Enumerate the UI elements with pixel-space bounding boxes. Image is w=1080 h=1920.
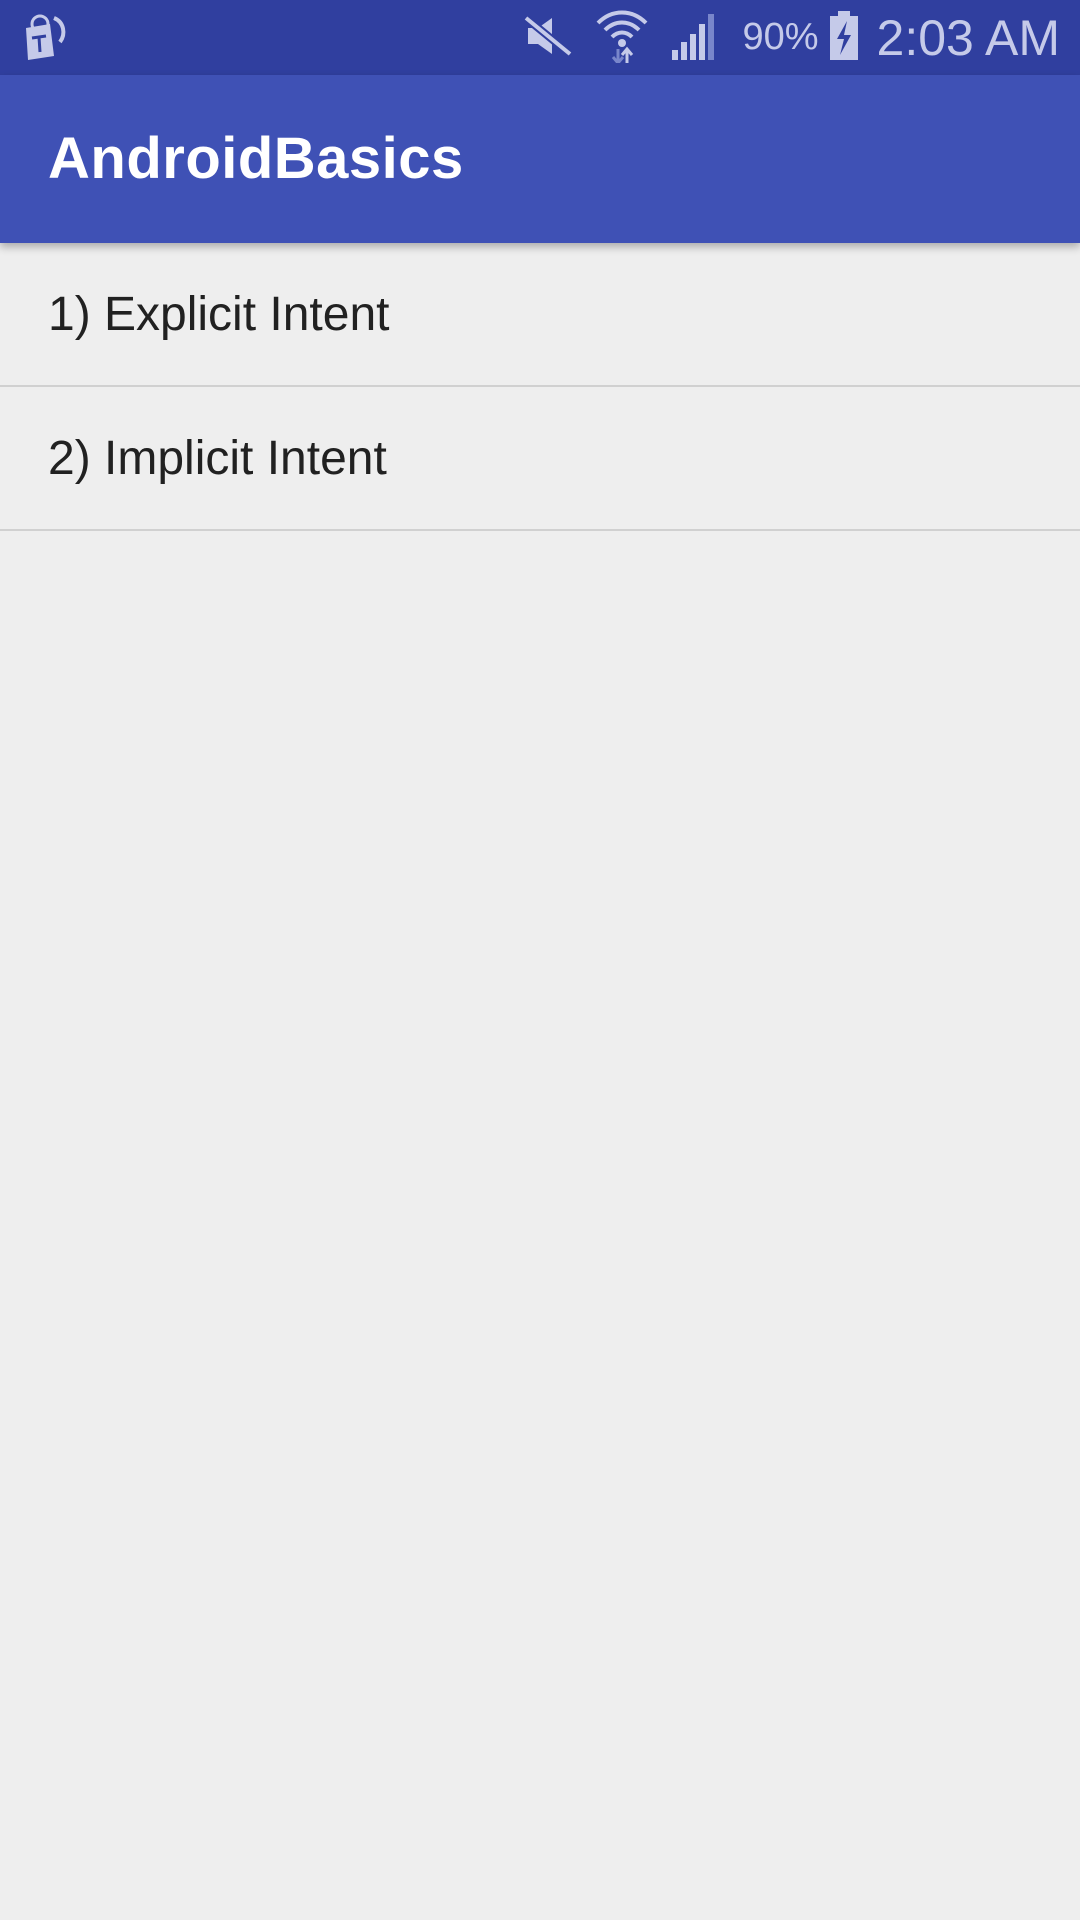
battery-percent: 90% xyxy=(742,16,819,58)
list-item-explicit-intent[interactable]: 1) Explicit Intent xyxy=(0,243,1080,387)
list-item-label: 2) Implicit Intent xyxy=(48,432,387,485)
list-item-implicit-intent[interactable]: 2) Implicit Intent xyxy=(0,387,1080,531)
signal-icon xyxy=(670,12,720,64)
clock: 2:03 AM xyxy=(876,9,1060,66)
intent-list: 1) Explicit Intent 2) Implicit Intent xyxy=(0,243,1080,531)
wifi-icon xyxy=(596,9,648,67)
battery-charging-icon xyxy=(829,10,859,65)
app-bar: AndroidBasics xyxy=(0,75,1080,243)
mute-icon xyxy=(523,14,574,62)
tmobile-app-icon xyxy=(20,12,68,62)
status-bar: 90% 2:03 AM xyxy=(0,0,1080,75)
app-title: AndroidBasics xyxy=(48,126,464,191)
list-item-label: 1) Explicit Intent xyxy=(48,288,390,341)
